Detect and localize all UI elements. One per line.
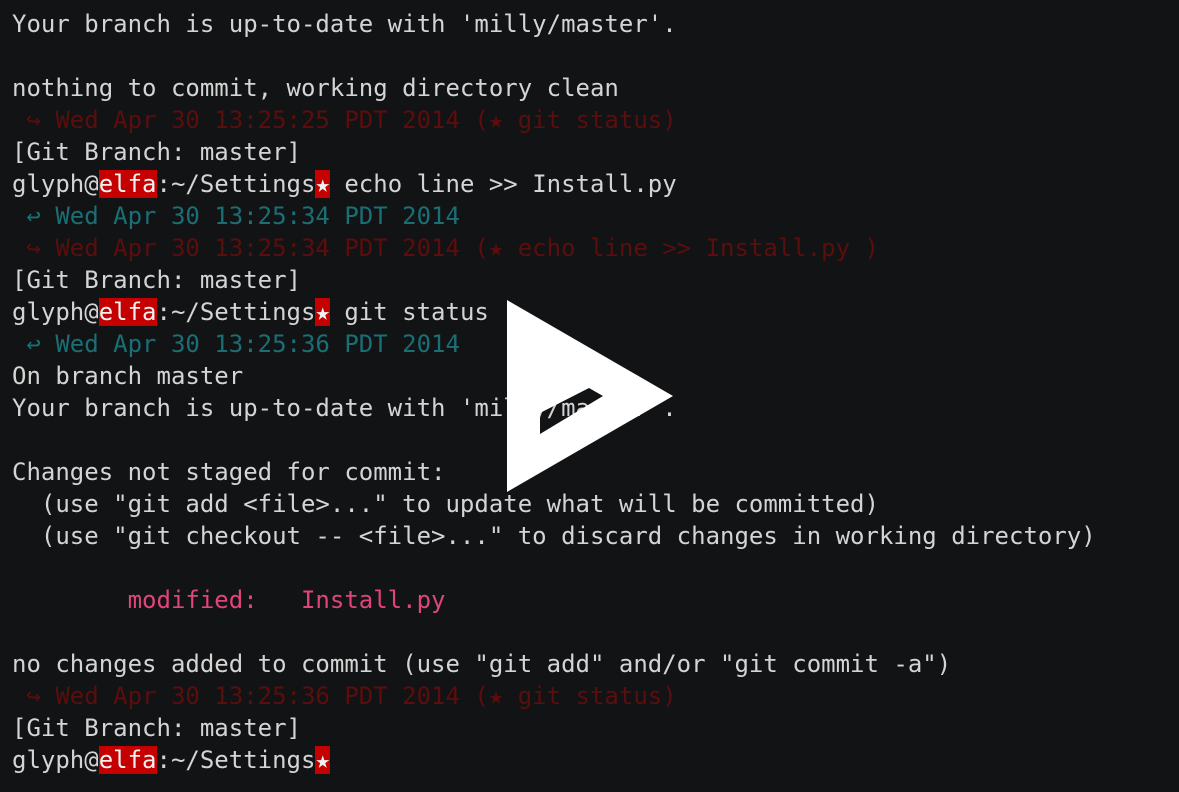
- timestamp-text: ↩ Wed Apr 30 13:25:34 PDT 2014: [12, 202, 460, 230]
- timestamp-text: ↪ Wed Apr 30 13:25:25 PDT 2014 (★ git st…: [12, 106, 677, 134]
- prompt-star: ★: [315, 746, 330, 774]
- prompt-path: :~/Settings: [156, 170, 316, 198]
- output-text: Your branch is up-to-date with 'milly/ma…: [12, 10, 677, 38]
- output-line: [Git Branch: master]: [12, 712, 1179, 744]
- output-line: nothing to commit, working directory cle…: [12, 72, 1179, 104]
- output-line: [Git Branch: master]: [12, 264, 1179, 296]
- modified-file-line: modified: Install.py: [12, 584, 1179, 616]
- prompt-user: glyph@: [12, 746, 99, 774]
- timestamp-text: ↩ Wed Apr 30 13:25:36 PDT 2014: [12, 330, 460, 358]
- command-end-timestamp: ↪ Wed Apr 30 13:25:36 PDT 2014 (★ git st…: [12, 680, 1179, 712]
- command-end-timestamp: ↪ Wed Apr 30 13:25:34 PDT 2014 (★ echo l…: [12, 232, 1179, 264]
- prompt-line: glyph@elfa:~/Settings★ echo line >> Inst…: [12, 168, 1179, 200]
- prompt-host: elfa: [98, 298, 157, 326]
- prompt-command: echo line >> Install.py: [329, 170, 677, 198]
- output-line: (use "git checkout -- <file>..." to disc…: [12, 520, 1179, 552]
- modified-text: modified: Install.py: [12, 586, 446, 614]
- output-text: (use "git checkout -- <file>..." to disc…: [12, 522, 1096, 550]
- prompt-star: ★: [315, 298, 330, 326]
- output-text: Changes not staged for commit:: [12, 458, 446, 486]
- output-line: no changes added to commit (use "git add…: [12, 648, 1179, 680]
- command-end-timestamp: ↪ Wed Apr 30 13:25:25 PDT 2014 (★ git st…: [12, 104, 1179, 136]
- timestamp-text: ↪ Wed Apr 30 13:25:36 PDT 2014 (★ git st…: [12, 682, 677, 710]
- output-text: [Git Branch: master]: [12, 138, 301, 166]
- prompt-command: git status: [329, 298, 489, 326]
- prompt-star: ★: [315, 170, 330, 198]
- prompt-path: :~/Settings: [156, 298, 316, 326]
- prompt-host: elfa: [98, 746, 157, 774]
- output-text: [Git Branch: master]: [12, 714, 301, 742]
- output-text: no changes added to commit (use "git add…: [12, 650, 952, 678]
- prompt-line: glyph@elfa:~/Settings★: [12, 744, 1179, 776]
- output-text: On branch master: [12, 362, 244, 390]
- prompt-path: :~/Settings: [156, 746, 316, 774]
- output-text: (use "git add <file>..." to update what …: [12, 490, 879, 518]
- prompt-user: glyph@: [12, 170, 99, 198]
- output-text: nothing to commit, working directory cle…: [12, 74, 619, 102]
- command-start-timestamp: ↩ Wed Apr 30 13:25:34 PDT 2014: [12, 200, 1179, 232]
- output-line: Your branch is up-to-date with 'milly/ma…: [12, 8, 1179, 40]
- play-icon[interactable]: [505, 298, 675, 494]
- prompt-user: glyph@: [12, 298, 99, 326]
- output-text: [Git Branch: master]: [12, 266, 301, 294]
- prompt-host: elfa: [98, 170, 157, 198]
- timestamp-text: ↪ Wed Apr 30 13:25:34 PDT 2014 (★ echo l…: [12, 234, 879, 262]
- output-line: [Git Branch: master]: [12, 136, 1179, 168]
